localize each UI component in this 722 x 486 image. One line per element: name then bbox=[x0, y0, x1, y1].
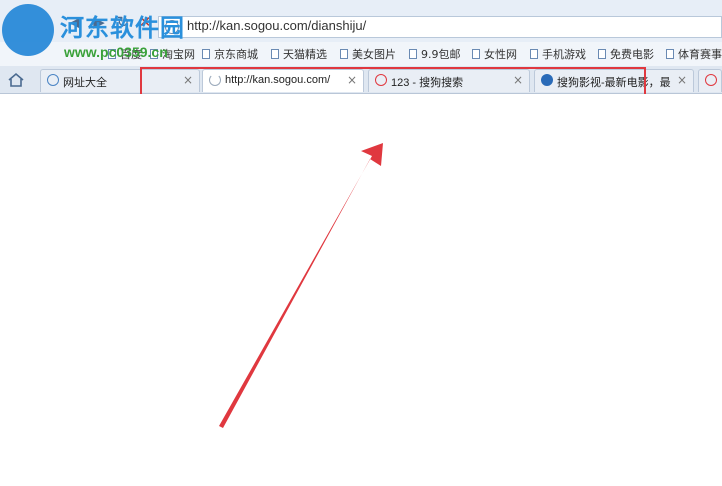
watermark-title: 河东软件园 bbox=[60, 13, 185, 42]
watermark: 河东软件园 www.pc0359.cn bbox=[2, 4, 202, 62]
watermark-logo bbox=[2, 4, 54, 56]
watermark-url: www.pc0359.cn bbox=[64, 44, 168, 60]
annotation-arrow bbox=[219, 143, 383, 428]
